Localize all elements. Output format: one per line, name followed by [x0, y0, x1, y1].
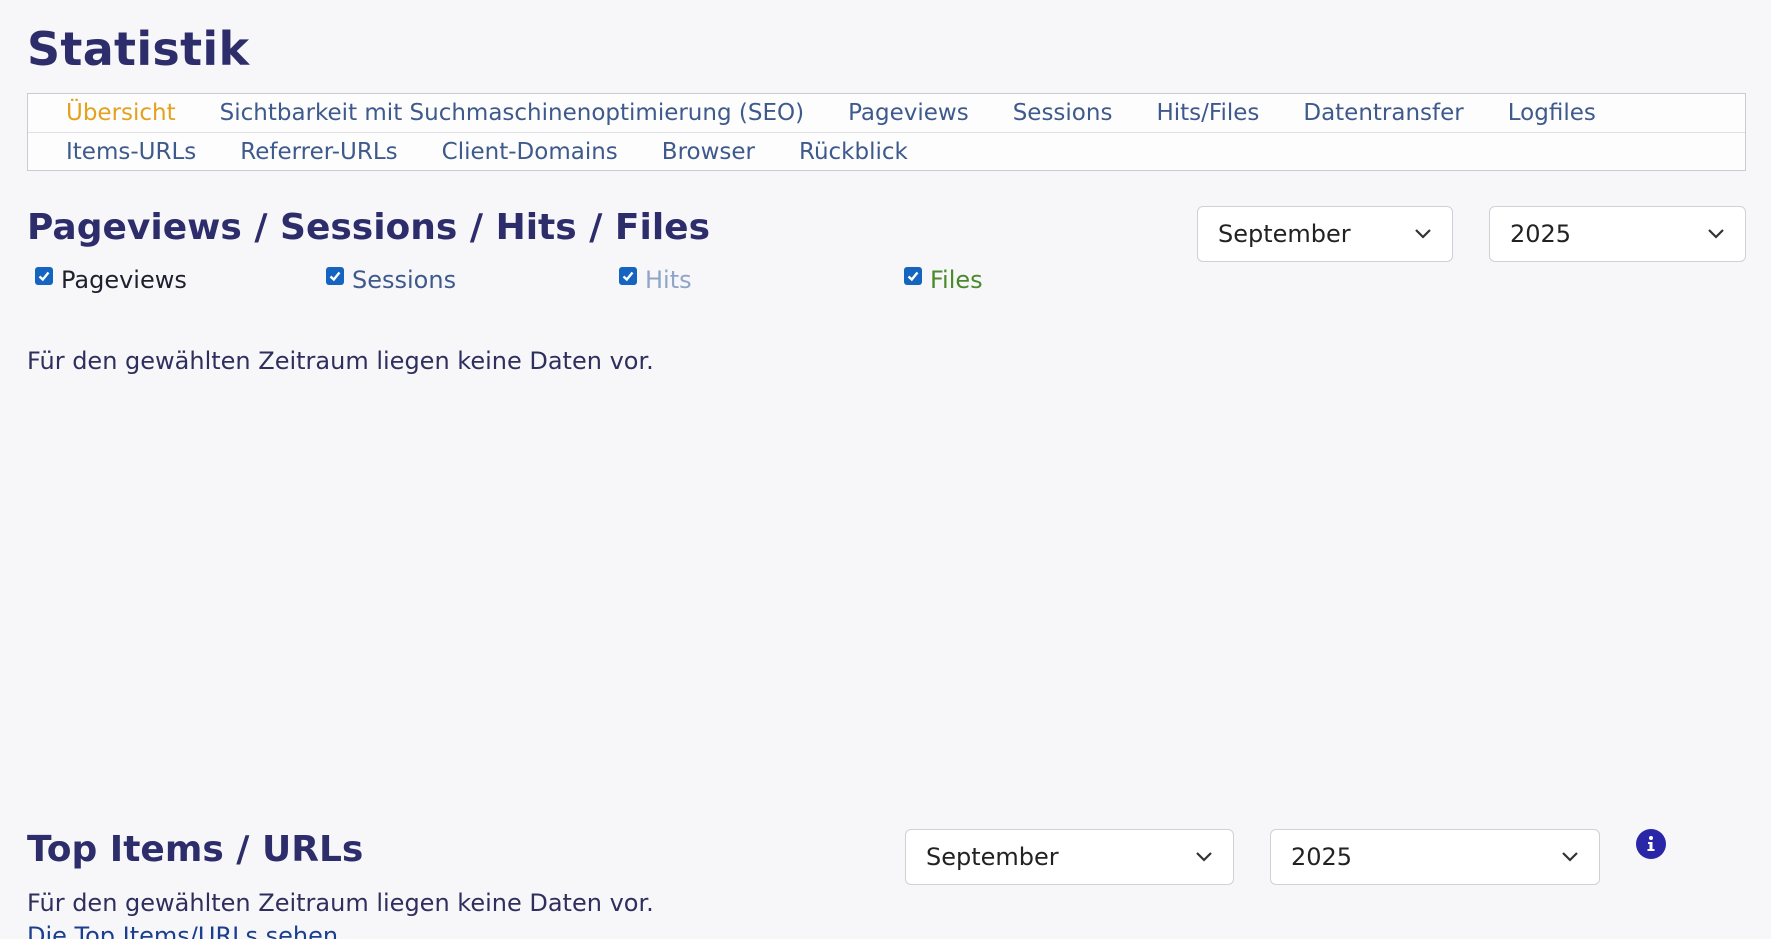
page-title: Statistik — [27, 22, 250, 76]
tab-row-1: Übersicht Sichtbarkeit mit Suchmaschinen… — [28, 94, 1745, 132]
tab-bar: Übersicht Sichtbarkeit mit Suchmaschinen… — [27, 93, 1746, 171]
tab-items-urls[interactable]: Items-URLs — [66, 139, 196, 165]
top-items-year-select[interactable]: 2025 — [1270, 829, 1600, 885]
overview-empty-message: Für den gewählten Zeitraum liegen keine … — [27, 347, 654, 375]
top-items-title: Top Items / URLs — [27, 829, 364, 870]
tab-client-domains[interactable]: Client-Domains — [442, 139, 618, 165]
chevron-down-icon — [1196, 852, 1212, 862]
checkbox-checked-icon[interactable] — [326, 267, 344, 285]
chevron-down-icon — [1562, 852, 1578, 862]
checkbox-files[interactable]: Files — [904, 266, 983, 294]
tab-seo[interactable]: Sichtbarkeit mit Suchmaschinenoptimierun… — [220, 100, 804, 126]
top-items-month-select[interactable]: September — [905, 829, 1234, 885]
tab-rueckblick[interactable]: Rückblick — [799, 139, 908, 165]
top-items-link[interactable]: Die Top Items/URLs sehen — [27, 922, 338, 939]
overview-month-value: September — [1218, 220, 1351, 248]
checkbox-pageviews[interactable]: Pageviews — [35, 266, 187, 294]
overview-month-select[interactable]: September — [1197, 206, 1453, 262]
tab-hits-files[interactable]: Hits/Files — [1156, 100, 1259, 126]
info-icon[interactable] — [1636, 829, 1666, 859]
checkbox-label-files: Files — [930, 266, 983, 294]
top-items-year-value: 2025 — [1291, 843, 1353, 871]
top-items-empty-message: Für den gewählten Zeitraum liegen keine … — [27, 889, 654, 917]
chevron-down-icon — [1708, 229, 1724, 239]
overview-year-select[interactable]: 2025 — [1489, 206, 1746, 262]
checkbox-label-pageviews: Pageviews — [61, 266, 187, 294]
tab-datentransfer[interactable]: Datentransfer — [1303, 100, 1463, 126]
tab-pageviews[interactable]: Pageviews — [848, 100, 969, 126]
checkbox-label-sessions: Sessions — [352, 266, 457, 294]
tab-row-2: Items-URLs Referrer-URLs Client-Domains … — [28, 132, 1745, 170]
info-glyph-icon — [1647, 836, 1655, 851]
top-items-month-value: September — [926, 843, 1059, 871]
checkbox-sessions[interactable]: Sessions — [326, 266, 456, 294]
checkbox-checked-icon[interactable] — [35, 267, 53, 285]
tab-browser[interactable]: Browser — [662, 139, 755, 165]
checkbox-label-hits: Hits — [645, 266, 692, 294]
chevron-down-icon — [1415, 229, 1431, 239]
tab-logfiles[interactable]: Logfiles — [1508, 100, 1596, 126]
checkbox-checked-icon[interactable] — [904, 267, 922, 285]
tab-referrer-urls[interactable]: Referrer-URLs — [240, 139, 397, 165]
overview-title: Pageviews / Sessions / Hits / Files — [27, 207, 710, 248]
checkbox-checked-icon[interactable] — [619, 267, 637, 285]
tab-uebersicht[interactable]: Übersicht — [66, 100, 176, 126]
tab-sessions[interactable]: Sessions — [1013, 100, 1113, 126]
checkbox-hits[interactable]: Hits — [619, 266, 692, 294]
overview-year-value: 2025 — [1510, 220, 1572, 248]
